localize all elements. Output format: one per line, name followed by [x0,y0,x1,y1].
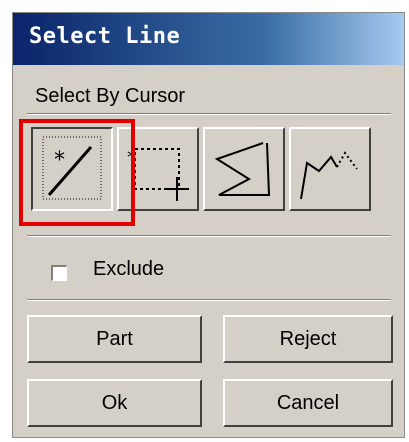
box-select-icon: * [127,147,189,201]
box-select-button[interactable]: * [117,127,199,211]
cancel-button[interactable]: Cancel [223,379,393,427]
single-line-select-button[interactable]: * [31,127,113,211]
exclude-label[interactable]: Exclude [93,258,164,281]
polyline-select-icon [300,151,358,200]
select-line-dialog: Select Line Select By Cursor * * Exclude [12,12,405,438]
reject-button[interactable]: Reject [223,315,393,363]
exclude-checkbox[interactable] [51,265,67,281]
pick-line-icon: * [42,136,102,200]
polygon-select-button[interactable] [203,127,285,211]
title-bar[interactable]: Select Line [13,13,404,65]
dialog-title: Select Line [29,24,181,49]
divider-bottom [27,299,391,301]
svg-text:*: * [54,148,65,173]
divider-top [27,113,391,115]
polyline-select-button[interactable] [289,127,371,211]
ok-button[interactable]: Ok [27,379,202,427]
select-by-label: Select By Cursor [35,85,186,107]
divider-middle [27,235,391,237]
part-button[interactable]: Part [27,315,202,363]
polygon-select-icon [214,142,271,196]
